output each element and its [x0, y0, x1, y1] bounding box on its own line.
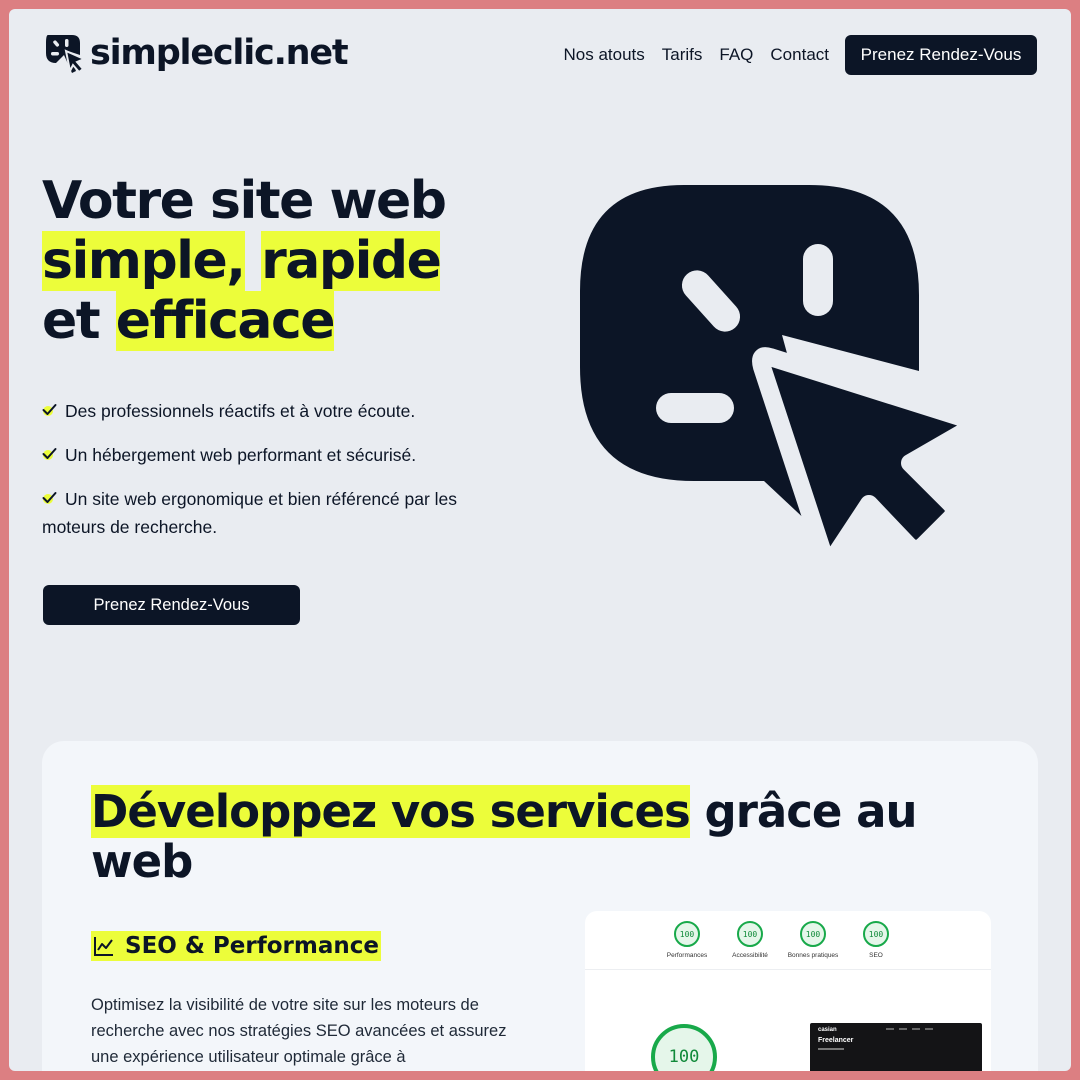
check-icon	[42, 448, 57, 460]
hero-title: Votre site web simple, rapide et efficac…	[42, 171, 447, 351]
main-nav: Nos atouts Tarifs FAQ Contact	[564, 45, 830, 65]
hero-bullet-list: Des professionnels réactifs et à votre é…	[42, 397, 502, 557]
nav-link-faq[interactable]: FAQ	[719, 45, 753, 65]
feature-description: Optimisez la visibilité de votre site su…	[91, 996, 507, 1066]
list-item: Des professionnels réactifs et à votre é…	[42, 397, 502, 425]
nav-link-nos-atouts[interactable]: Nos atouts	[564, 45, 645, 65]
check-icon	[42, 404, 57, 416]
bullet-text: Des professionnels réactifs et à votre é…	[65, 401, 416, 421]
score-label: Accessibilité	[732, 952, 768, 959]
preview-nav	[886, 1028, 933, 1030]
page-frame: simpleclic.net Nos atouts Tarifs FAQ Con…	[9, 9, 1071, 1071]
score-label: Performances	[666, 952, 708, 959]
hero-title-simple: simple,	[42, 231, 246, 291]
section-title-highlight: Développez vos services	[91, 785, 691, 838]
list-item: Un site web ergonomique et bien référenc…	[42, 485, 502, 541]
main-score-gauge: 100	[651, 1024, 717, 1071]
preview-heading: Freelancer	[818, 1037, 854, 1044]
score-gauge: 100	[863, 921, 889, 947]
divider	[585, 969, 991, 970]
hero-title-line1: Votre site web	[42, 171, 447, 231]
cursor-click-logo-icon	[46, 35, 87, 75]
score-bonnes-pratiques: 100 Bonnes pratiques	[788, 921, 838, 959]
lighthouse-scores: 100 Performances 100 Accessibilité 100 B…	[665, 921, 898, 959]
score-accessibilite: 100 Accessibilité	[728, 921, 772, 959]
score-gauge: 100	[674, 921, 700, 947]
score-gauge: 100	[737, 921, 763, 947]
score-gauge: 100	[800, 921, 826, 947]
feature-title: SEO & Performance	[91, 931, 381, 961]
hero-appointment-button[interactable]: Prenez Rendez-Vous	[43, 585, 300, 625]
logo[interactable]: simpleclic.net	[42, 31, 349, 75]
score-performances: 100 Performances	[665, 921, 709, 959]
check-icon	[42, 492, 57, 504]
cursor-click-hero-icon	[580, 185, 979, 566]
services-card: Développez vos services grâce au web SEO…	[42, 741, 1038, 1071]
lighthouse-report-image: 100 Performances 100 Accessibilité 100 B…	[585, 911, 991, 1071]
preview-brand: casian	[818, 1027, 837, 1033]
score-label: SEO	[869, 952, 883, 959]
score-seo: 100 SEO	[854, 921, 898, 959]
chart-line-icon	[94, 937, 113, 956]
score-label: Bonnes pratiques	[787, 952, 839, 959]
bullet-text: Un hébergement web performant et sécuris…	[65, 445, 417, 465]
nav-link-contact[interactable]: Contact	[770, 45, 829, 65]
feature-title-text: SEO & Performance	[125, 933, 379, 959]
logo-text: simpleclic.net	[90, 32, 349, 73]
header-appointment-button[interactable]: Prenez Rendez-Vous	[845, 35, 1037, 75]
hero-title-efficace: efficace	[115, 291, 336, 351]
list-item: Un hébergement web performant et sécuris…	[42, 441, 502, 469]
hero-title-rapide: rapide	[261, 231, 442, 291]
site-preview-thumbnail: casian Freelancer	[810, 1023, 982, 1071]
preview-subtext	[818, 1048, 844, 1050]
nav-link-tarifs[interactable]: Tarifs	[662, 45, 703, 65]
section-title: Développez vos services grâce au web	[91, 785, 931, 887]
hero-title-et: et	[42, 291, 101, 351]
bullet-text: Un site web ergonomique et bien référenc…	[42, 489, 458, 537]
